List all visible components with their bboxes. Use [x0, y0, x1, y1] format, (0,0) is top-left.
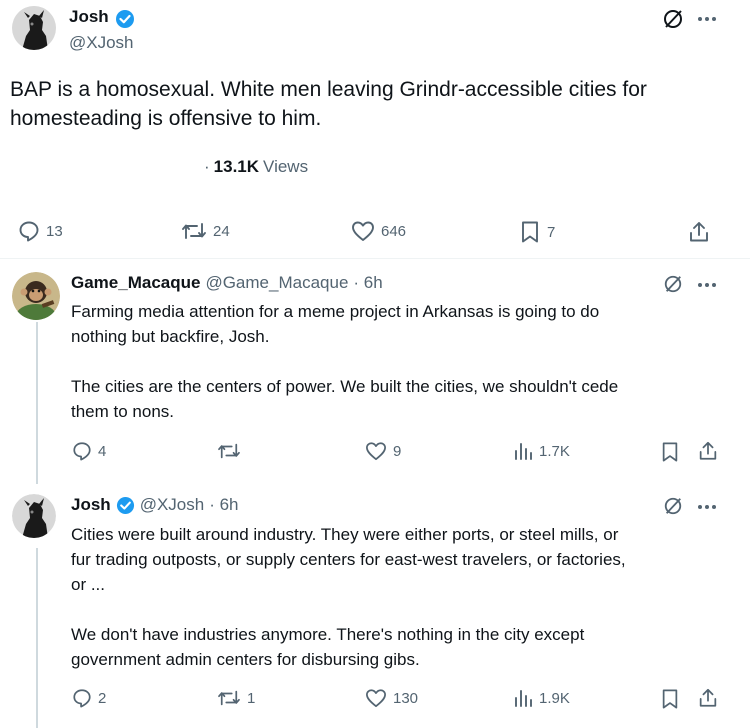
thread-line — [36, 322, 38, 484]
reply2-author-handle[interactable]: @XJosh — [140, 495, 205, 515]
grok-icon[interactable] — [663, 496, 683, 516]
bookmark-icon[interactable] — [660, 688, 680, 710]
repost-count: 1 — [247, 689, 256, 707]
repost-icon — [218, 443, 240, 459]
views-count: 1.9K — [539, 689, 570, 707]
repost-icon — [218, 690, 240, 706]
reply2-text-line: government admin centers for disbursing … — [71, 650, 420, 669]
like-icon — [366, 689, 386, 708]
reply1-header: Game_Macaque @Game_Macaque · 6h — [71, 273, 383, 293]
views-icon — [515, 690, 532, 707]
more-icon[interactable] — [697, 16, 717, 22]
thread-line — [36, 548, 38, 728]
bookmark-icon — [522, 221, 538, 243]
reply1-text-line: Farming media attention for a meme proje… — [71, 302, 600, 321]
like-count: 130 — [393, 689, 419, 707]
repost-icon — [182, 223, 206, 239]
reply-button[interactable]: 2 — [72, 688, 106, 708]
like-button[interactable]: 130 — [365, 688, 418, 708]
share-button[interactable] — [687, 220, 711, 244]
reply-button[interactable]: 13 — [18, 220, 63, 242]
reply1-author-handle[interactable]: @Game_Macaque — [205, 273, 348, 293]
reply2-text-line: fur trading outposts, or supply centers … — [71, 550, 626, 569]
more-icon[interactable] — [697, 282, 717, 288]
reply1-text-line: nothing but backfire, Josh. — [71, 327, 270, 346]
reply2-header: Josh @XJosh · 6h — [71, 495, 239, 515]
reply2-time[interactable]: · 6h — [209, 495, 238, 515]
like-button[interactable]: 9 — [365, 441, 401, 461]
reply1-time[interactable]: · 6h — [353, 273, 382, 293]
grok-icon[interactable] — [662, 8, 684, 30]
author-name[interactable]: Josh — [69, 7, 109, 27]
grok-icon[interactable] — [663, 274, 683, 294]
post-text-line1: BAP is a homosexual. White men leaving G… — [10, 78, 647, 101]
views-dot: · — [204, 157, 210, 176]
like-button[interactable]: 646 — [351, 220, 406, 242]
reply2-text-line: Cities were built around industry. They … — [71, 525, 619, 544]
views-icon — [515, 443, 532, 460]
divider — [0, 258, 750, 259]
reply1-text-line: them to nons. — [71, 402, 175, 421]
reply-icon — [19, 221, 39, 242]
reply2-author-name[interactable]: Josh — [71, 495, 111, 515]
author-handle[interactable]: @XJosh — [69, 33, 134, 53]
bookmark-icon[interactable] — [660, 441, 680, 463]
reply1-author-name[interactable]: Game_Macaque — [71, 273, 200, 293]
verified-badge-icon — [115, 9, 135, 29]
like-icon — [366, 442, 386, 461]
bookmark-count: 7 — [547, 223, 556, 241]
more-icon[interactable] — [697, 504, 717, 510]
bookmark-button[interactable]: 7 — [519, 220, 555, 244]
reply-count: 2 — [98, 689, 107, 707]
reply-icon — [73, 689, 91, 708]
reply1-text-line: The cities are the centers of power. We … — [71, 377, 619, 396]
share-icon — [690, 222, 708, 242]
reply-count: 4 — [98, 442, 107, 460]
repost-button[interactable]: 24 — [181, 220, 230, 242]
reply2-text-line: We don't have industries anymore. There'… — [71, 625, 585, 644]
reply-button[interactable]: 4 — [72, 441, 106, 461]
reply-count: 13 — [46, 222, 63, 240]
views-button[interactable]: 1.9K — [513, 688, 570, 708]
views-count: 13.1K — [213, 157, 260, 176]
like-count: 646 — [381, 222, 407, 240]
repost-count: 24 — [213, 222, 230, 240]
share-icon[interactable] — [697, 687, 719, 709]
views-label: Views — [263, 157, 309, 176]
post-text-line2: homesteading is offensive to him. — [10, 107, 322, 130]
share-icon[interactable] — [697, 440, 719, 462]
reply2-text-line: or ... — [71, 575, 106, 594]
like-icon — [352, 221, 374, 241]
reply-icon — [73, 442, 91, 461]
verified-badge-icon — [116, 496, 135, 515]
avatar-game-macaque[interactable] — [12, 272, 60, 320]
repost-button[interactable]: 1 — [217, 688, 255, 708]
like-count: 9 — [393, 442, 402, 460]
repost-button[interactable] — [217, 441, 241, 461]
avatar-josh[interactable] — [12, 6, 56, 50]
views-button[interactable]: 1.7K — [513, 441, 570, 461]
views-count: 1.7K — [539, 442, 570, 460]
avatar-josh[interactable] — [12, 494, 56, 538]
views-row: · 13.1K Views — [204, 157, 308, 177]
